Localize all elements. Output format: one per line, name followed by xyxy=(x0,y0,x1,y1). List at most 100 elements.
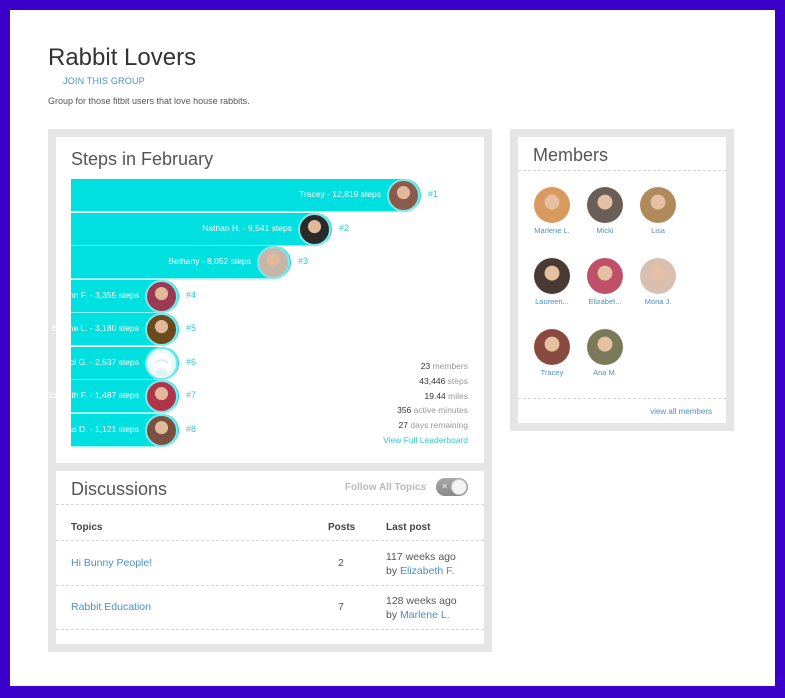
stat-line: 19.44 miles xyxy=(383,389,469,404)
join-group-link[interactable]: JOIN THIS GROUP xyxy=(63,76,145,86)
rank-badge: #8 xyxy=(186,423,197,434)
member-item[interactable]: Ana M. xyxy=(579,329,631,377)
last-post-by: by Marlene L. xyxy=(386,608,457,622)
discussions-card: Discussions Follow All Topics × Topics P… xyxy=(56,471,484,644)
follow-all-topics-toggle[interactable]: × xyxy=(436,478,468,496)
right-panel: Members Marlene L. Micki Lisa Laureen... Eli… xyxy=(510,129,734,431)
member-avatar xyxy=(587,258,623,294)
stat-value: 356 xyxy=(397,405,412,416)
leaderboard-stats: 23 members 43,446 steps 19.44 miles 356 act… xyxy=(383,359,468,448)
topic-row: Hi Bunny People! 2 117 weeks ago by Elizabe… xyxy=(56,542,484,586)
user-avatar[interactable] xyxy=(145,413,178,447)
leaderboard-card: Steps in February Tracey - 12,819 steps #… xyxy=(44,137,484,463)
user-avatar[interactable] xyxy=(298,212,331,246)
column-posts: Posts xyxy=(328,522,356,533)
view-full-leaderboard-link[interactable]: View Full Leaderboard xyxy=(383,433,468,448)
column-topics: Topics xyxy=(71,522,103,533)
member-avatar xyxy=(587,187,623,223)
rank-badge: #1 xyxy=(428,189,439,199)
stat-label: steps xyxy=(447,375,468,386)
member-item[interactable]: Laureen... xyxy=(526,258,578,306)
rank-badge: #3 xyxy=(298,256,309,266)
rank-badge: #4 xyxy=(186,289,197,300)
leaderboard-row: Tracey - 12,819 steps #1 xyxy=(71,179,471,212)
stat-label: days remaining xyxy=(410,420,468,431)
bar-label: Bettina L. - 3,180 steps xyxy=(51,323,139,333)
member-name: Lisa xyxy=(651,226,665,235)
bar-label: Carol G. - 2,537 steps xyxy=(55,356,139,367)
member-name: Marlene L. xyxy=(534,226,570,235)
last-post: 117 weeks ago by Elizabeth F. xyxy=(386,550,456,578)
member-item[interactable]: Elizabet... xyxy=(579,258,631,306)
stat-label: members xyxy=(432,361,468,371)
member-item[interactable]: Marlene L. xyxy=(526,187,578,235)
rank-badge: #7 xyxy=(186,390,197,400)
member-item[interactable]: Mona J. xyxy=(632,258,684,306)
stat-value: 27 xyxy=(398,420,408,431)
topics-table-header: Topics Posts Last post xyxy=(56,506,484,541)
member-avatar xyxy=(534,329,570,365)
stat-line: 27 days remaining xyxy=(383,418,468,433)
member-name: Micki xyxy=(596,226,614,235)
view-all-members-link[interactable]: view all members xyxy=(650,407,712,416)
member-name: Tracey xyxy=(540,368,564,377)
members-footer: view all members xyxy=(518,398,726,423)
member-avatar xyxy=(640,187,676,223)
stat-label: active minutes xyxy=(413,405,468,416)
stat-label: miles xyxy=(448,390,468,401)
posts-count: 7 xyxy=(338,601,344,613)
discussions-header: Discussions Follow All Topics × xyxy=(56,471,484,505)
member-avatar xyxy=(534,187,570,223)
rank-badge: #2 xyxy=(339,222,350,233)
stat-value: 43,446 xyxy=(419,375,446,386)
rank-badge: #6 xyxy=(186,356,197,367)
stat-line: 23 members xyxy=(383,359,468,374)
user-avatar[interactable] xyxy=(387,179,420,212)
user-avatar[interactable] xyxy=(257,246,290,279)
page-title: Rabbit Lovers xyxy=(48,44,197,71)
user-avatar[interactable] xyxy=(145,279,178,313)
bar-label: Bethany - 8,052 steps xyxy=(168,256,251,266)
leaderboard-row: Lynn F. - 3,355 steps #4 xyxy=(60,279,471,313)
author-link[interactable]: Marlene L. xyxy=(400,609,450,621)
member-item[interactable]: Tracey xyxy=(526,329,578,377)
leaderboard-title: Steps in February xyxy=(71,149,214,169)
by-prefix: by xyxy=(386,609,398,621)
member-avatar xyxy=(587,329,623,365)
topic-row: Rabbit Education 7 128 weeks ago by Marlene… xyxy=(56,586,484,630)
member-name: Ana M. xyxy=(593,368,617,377)
left-panel: Steps in February Tracey - 12,819 steps #… xyxy=(44,129,492,652)
by-prefix: by xyxy=(386,565,398,577)
member-avatar xyxy=(534,258,570,294)
user-avatar[interactable] xyxy=(145,313,178,346)
bar-label: Elizabeth F. - 1,487 steps xyxy=(43,390,139,400)
member-item[interactable]: Lisa xyxy=(632,187,684,235)
last-post-time: 117 weeks ago xyxy=(386,551,456,563)
member-name: Mona J. xyxy=(644,297,672,306)
last-post: 128 weeks ago by Marlene L. xyxy=(386,594,457,622)
stat-line: 43,446 steps xyxy=(383,374,468,389)
member-item[interactable]: Micki xyxy=(579,187,631,235)
user-avatar[interactable] xyxy=(145,346,178,380)
rank-badge: #5 xyxy=(186,323,197,333)
bar-label: Lynn F. - 3,355 steps xyxy=(60,289,139,300)
leaderboard-row: Nathan H. - 9,541 steps #2 xyxy=(71,212,471,246)
stat-line: 356 active minutes xyxy=(383,403,468,418)
user-avatar[interactable] xyxy=(145,380,178,413)
topic-link[interactable]: Rabbit Education xyxy=(71,601,151,613)
leaderboard-row: Bethany - 8,052 steps #3 xyxy=(71,246,471,279)
leaderboard-row: Bettina L. - 3,180 steps #5 xyxy=(52,313,471,346)
default-avatar-icon xyxy=(154,358,169,376)
topic-link[interactable]: Hi Bunny People! xyxy=(71,557,152,569)
members-title: Members xyxy=(533,145,609,165)
members-card: Members Marlene L. Micki Lisa Laureen... Eli… xyxy=(518,137,726,423)
stat-value: 19.44 xyxy=(424,390,446,401)
member-name: Elizabet... xyxy=(588,297,622,306)
discussions-title: Discussions xyxy=(71,479,168,499)
stat-value: 23 xyxy=(420,361,431,371)
member-name: Laureen... xyxy=(535,297,569,306)
bar-label: Anna D. - 1,121 steps xyxy=(56,423,139,434)
column-last-post: Last post xyxy=(386,522,431,533)
bar-label: Nathan H. - 9,541 steps xyxy=(202,222,292,233)
author-link[interactable]: Elizabeth F. xyxy=(400,565,454,577)
